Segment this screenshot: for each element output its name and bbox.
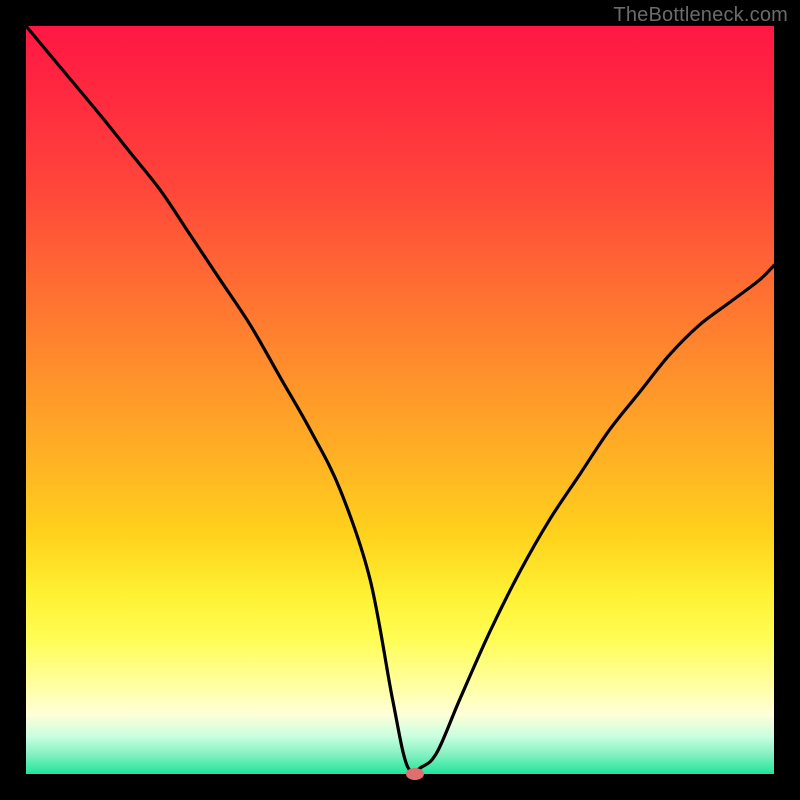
chart-frame: TheBottleneck.com bbox=[0, 0, 800, 800]
bottleneck-chart bbox=[0, 0, 800, 800]
watermark: TheBottleneck.com bbox=[613, 4, 788, 27]
plot-background bbox=[26, 26, 774, 774]
optimum-marker bbox=[406, 768, 424, 780]
